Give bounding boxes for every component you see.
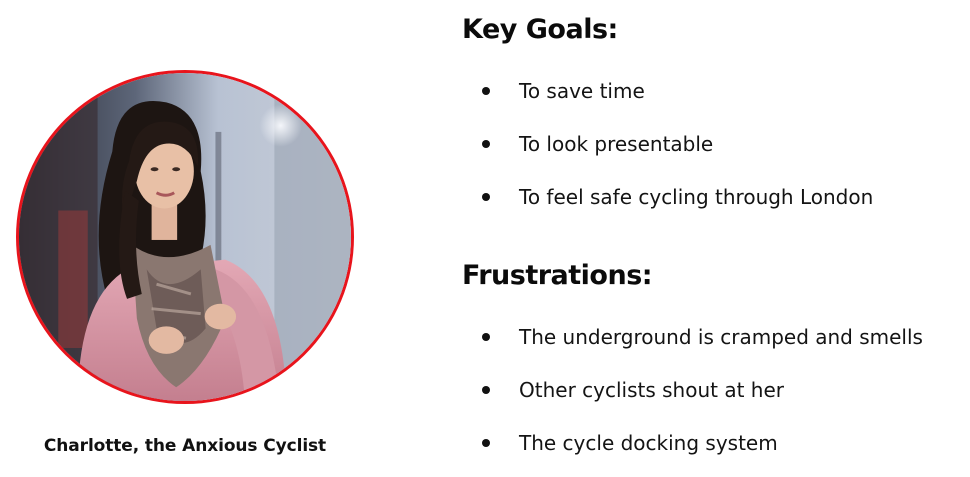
list-item: Other cyclists shout at her: [462, 371, 962, 424]
persona-photo: [16, 70, 354, 404]
goal-text: To save time: [519, 79, 645, 103]
goal-text: To look presentable: [519, 132, 714, 156]
bullet-icon: [482, 333, 490, 341]
list-item: To look presentable: [462, 125, 962, 178]
goal-text: To feel safe cycling through London: [519, 185, 874, 209]
persona-photo-illustration: [19, 73, 351, 401]
frustration-text: The cycle docking system: [519, 431, 778, 455]
list-item: To feel safe cycling through London: [462, 178, 962, 231]
persona-caption: Charlotte, the Anxious Cyclist: [43, 436, 327, 456]
bullet-icon: [482, 193, 490, 201]
frustrations-list: The underground is cramped and smells Ot…: [462, 318, 962, 477]
list-item: The underground is cramped and smells: [462, 318, 962, 371]
bullet-icon: [482, 439, 490, 447]
bullet-icon: [482, 386, 490, 394]
key-goals-list: To save time To look presentable To feel…: [462, 72, 962, 231]
bullet-icon: [482, 87, 490, 95]
list-item: To save time: [462, 72, 962, 125]
frustrations-heading: Frustrations:: [462, 260, 653, 291]
frustration-text: The underground is cramped and smells: [519, 325, 923, 349]
list-item: The cycle docking system: [462, 424, 962, 477]
bullet-icon: [482, 140, 490, 148]
frustration-text: Other cyclists shout at her: [519, 378, 784, 402]
key-goals-heading: Key Goals:: [462, 14, 618, 45]
